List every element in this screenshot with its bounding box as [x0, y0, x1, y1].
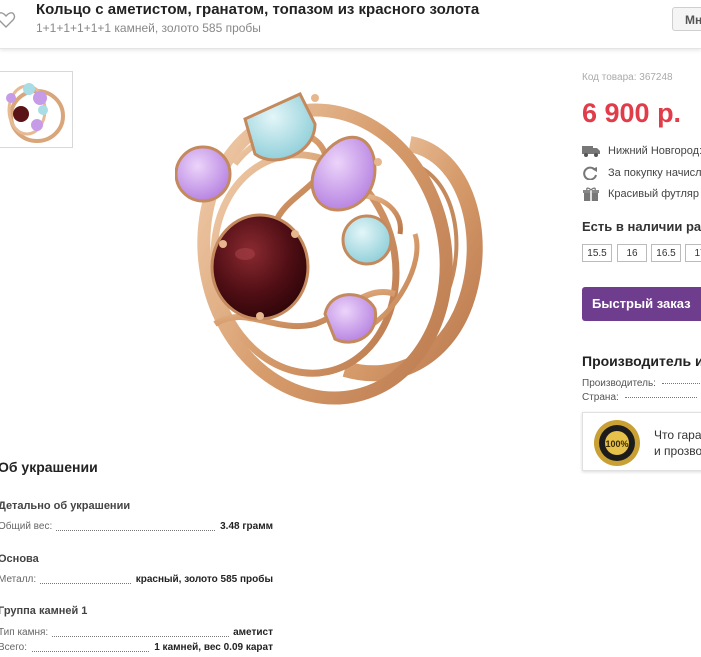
spec-value: красный, золото 585 пробы	[131, 574, 273, 585]
refresh-icon	[583, 166, 597, 181]
spec-label: Всего:	[0, 642, 31, 653]
spec-value: 3.48 грамм	[216, 521, 273, 532]
manufacturer-label: Производитель:	[582, 378, 656, 389]
spec-row: Всего: 1 камней, вес 0.09 карат	[0, 642, 273, 656]
product-price: 6 900 р.	[582, 98, 682, 128]
stock-title: Есть в наличии ра	[582, 219, 701, 234]
bonus-text: За покупку начисл	[608, 166, 701, 179]
delivery-text: Нижний Новгород:	[608, 145, 701, 157]
size-option[interactable]: 16.5	[651, 244, 681, 262]
group-title-details: Детально об украшении	[0, 500, 131, 512]
product-main-image[interactable]	[175, 84, 490, 409]
spec-value: 1 камней, вес 0.09 карат	[150, 642, 273, 653]
size-option[interactable]: 16	[617, 244, 647, 262]
spec-label: Металл:	[0, 574, 41, 585]
guarantee-box[interactable]: 100% Что гара и прозво	[582, 412, 701, 471]
giftbox-row[interactable]: Красивый футляр	[582, 187, 699, 201]
product-sku: Код товара: 367248	[582, 72, 673, 83]
bonus-row[interactable]: За покупку начисл	[582, 166, 701, 181]
heart-icon[interactable]	[0, 10, 16, 30]
guarantee-line-2: и прозво	[654, 444, 701, 458]
gift-icon	[583, 187, 599, 201]
spec-label: Общий вес:	[0, 521, 57, 532]
country-row: Страна:	[582, 392, 697, 403]
manufacturer-title: Производитель и	[582, 353, 701, 369]
spec-row: Общий вес: 3.48 грамм	[0, 521, 273, 535]
product-title: Кольцо с аметистом, гранатом, топазом из…	[36, 1, 480, 18]
about-title: Об украшении	[0, 459, 98, 475]
top-more-button[interactable]: Мн	[672, 7, 701, 31]
quick-order-button[interactable]: Быстрый заказ	[582, 287, 701, 321]
country-label: Страна:	[582, 392, 619, 403]
spec-value: аметист	[229, 627, 273, 638]
delivery-row[interactable]: Нижний Новгород:	[582, 145, 701, 158]
top-bar: Кольцо с аметистом, гранатом, топазом из…	[0, 0, 701, 49]
truck-icon	[582, 146, 600, 158]
manufacturer-row: Производитель:	[582, 378, 701, 389]
group-title-stones: Группа камней 1	[0, 605, 88, 617]
size-option[interactable]: 17	[685, 244, 701, 262]
product-thumbnail[interactable]	[0, 71, 73, 148]
spec-row: Металл: красный, золото 585 пробы	[0, 574, 273, 588]
thumbnail-ring-image	[6, 83, 65, 143]
size-option[interactable]: 15.5	[582, 244, 612, 262]
spec-label: Тип камня:	[0, 627, 53, 638]
product-subtitle: 1+1+1+1+1+1 камней, золото 585 пробы	[36, 21, 261, 35]
guarantee-seal-icon: 100%	[594, 420, 640, 466]
giftbox-text: Красивый футляр	[608, 187, 699, 200]
spec-row: Тип камня: аметист	[0, 627, 273, 641]
seal-text: 100%	[605, 439, 628, 449]
group-title-base: Основа	[0, 553, 39, 565]
guarantee-line-1: Что гара	[654, 428, 701, 442]
